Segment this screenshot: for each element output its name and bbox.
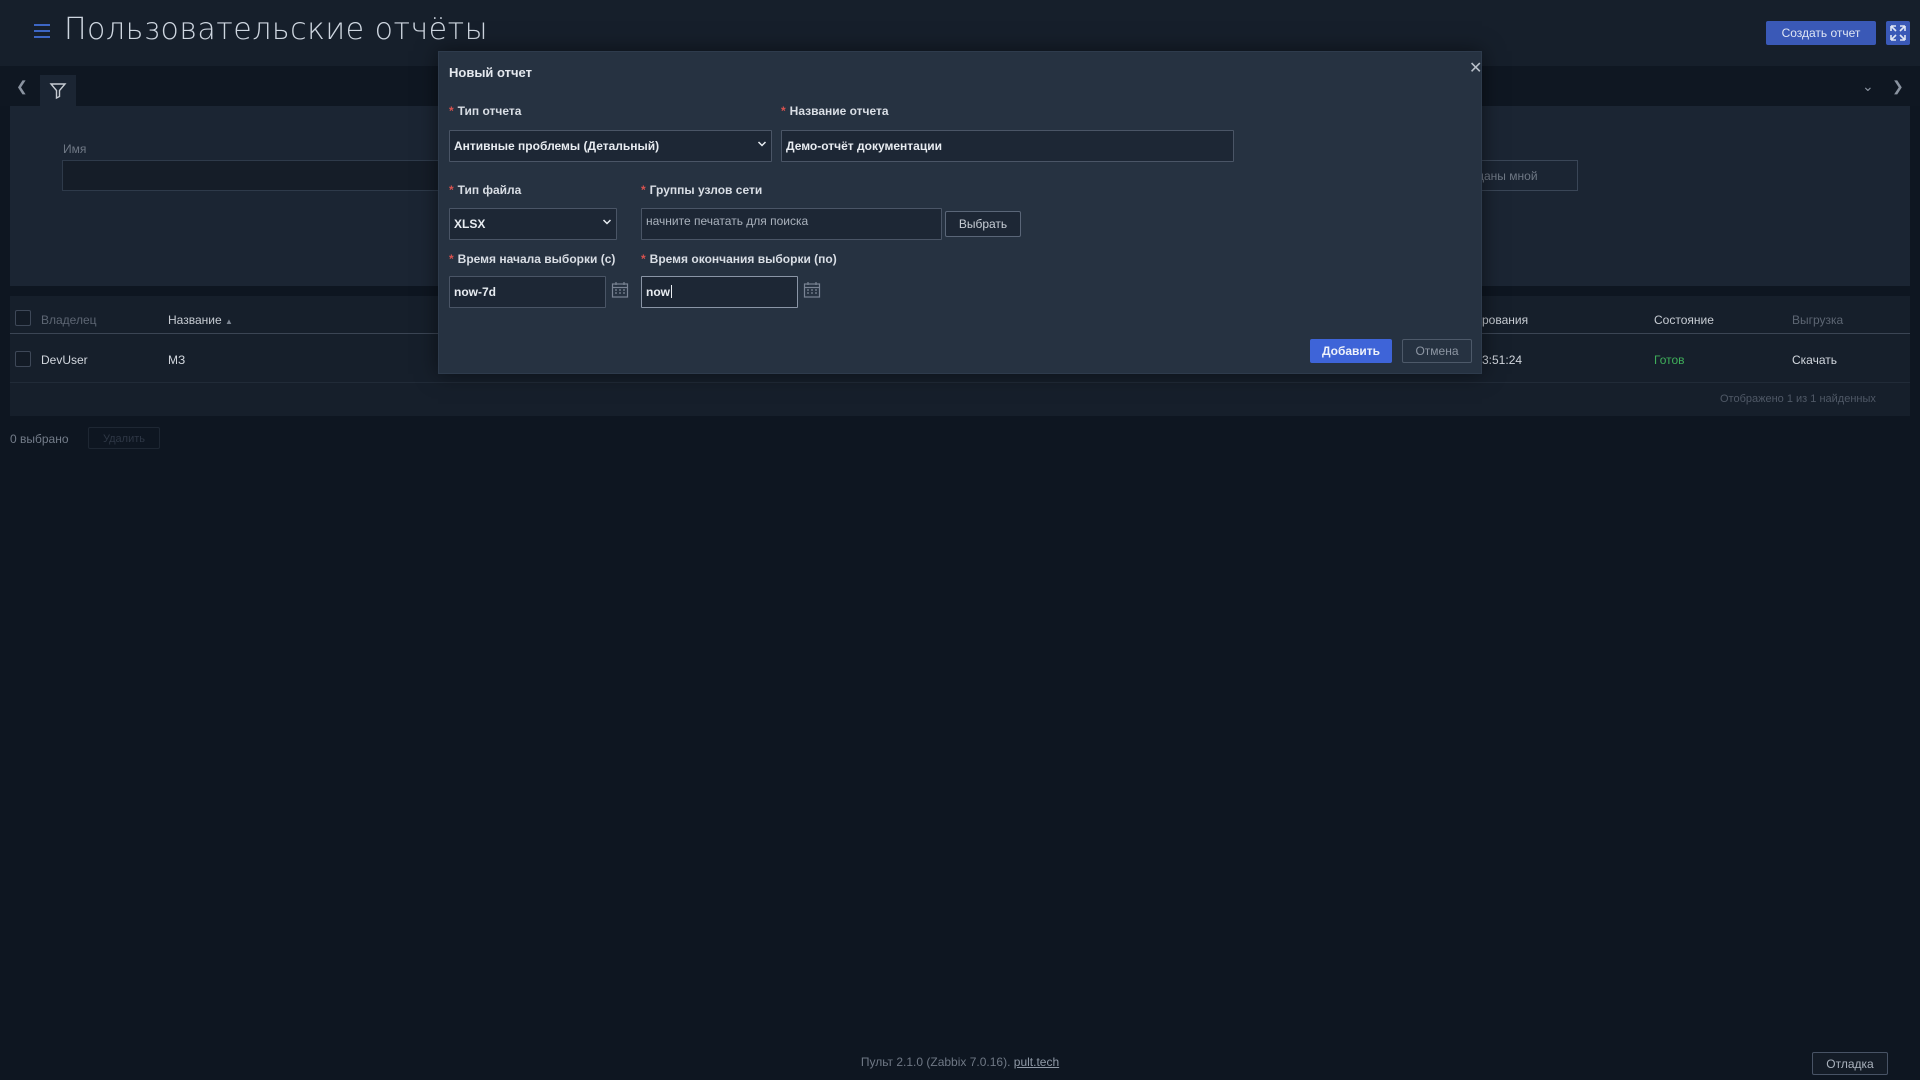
- new-report-dialog: Новый отчет ✕ * Тип отчета Антивные пробл…: [438, 51, 1482, 374]
- page-title: Пользовательские отчёты: [64, 12, 489, 47]
- filter-name-label: Имя: [63, 142, 87, 156]
- found-count: Отображено 1 из 1 найденных: [1720, 393, 1876, 405]
- host-groups-select-button[interactable]: Выбрать: [945, 211, 1021, 237]
- add-button[interactable]: Добавить: [1310, 339, 1392, 363]
- report-type-label: * Тип отчета: [449, 104, 522, 118]
- report-name-input[interactable]: Демо-отчёт документации: [781, 130, 1234, 162]
- chevron-down-icon: [757, 141, 767, 147]
- calendar-icon[interactable]: [611, 281, 629, 299]
- filter-name-input[interactable]: [62, 160, 442, 191]
- host-groups-label: * Группы узлов сети: [641, 183, 763, 197]
- footer: Пульт 2.1.0 (Zabbix 7.0.16). pult.tech: [0, 1055, 1920, 1069]
- table-row-divider: [10, 382, 1910, 383]
- column-state[interactable]: Состояние: [1654, 313, 1714, 327]
- select-all-checkbox[interactable]: [15, 310, 31, 326]
- row-checkbox[interactable]: [15, 351, 31, 367]
- chevron-down-icon: [602, 219, 612, 225]
- row-created: 3:51:24: [1482, 353, 1523, 367]
- file-type-label: * Тип файла: [449, 183, 522, 197]
- cancel-button[interactable]: Отмена: [1402, 339, 1472, 363]
- filter-icon: [49, 83, 67, 100]
- column-name[interactable]: Название ▲: [168, 313, 233, 327]
- sort-asc-icon: ▲: [224, 317, 233, 326]
- close-icon[interactable]: ✕: [1469, 58, 1482, 78]
- report-name-label: * Название отчета: [781, 104, 889, 118]
- row-state-badge: Готов: [1654, 353, 1685, 367]
- column-owner[interactable]: Владелец: [41, 313, 97, 327]
- chevron-left-icon[interactable]: ❮: [16, 78, 28, 95]
- dialog-title: Новый отчет: [449, 65, 532, 80]
- calendar-icon[interactable]: [803, 281, 821, 299]
- time-from-label: * Время начала выборки (с): [449, 252, 616, 266]
- row-owner: DevUser: [41, 353, 88, 367]
- footer-text: Пульт 2.1.0 (Zabbix 7.0.16).: [860, 1055, 1011, 1069]
- chevron-right-icon[interactable]: ❯: [1892, 78, 1904, 95]
- delete-button[interactable]: Удалить: [88, 427, 160, 449]
- row-name-link[interactable]: МЗ: [168, 353, 185, 367]
- time-till-label: * Время окончания выборки (по): [641, 252, 837, 266]
- menu-icon[interactable]: [34, 24, 50, 38]
- debug-button[interactable]: Отладка: [1812, 1052, 1888, 1075]
- chevron-down-icon[interactable]: ⌄: [1862, 78, 1874, 95]
- file-type-select[interactable]: XLSX: [449, 208, 617, 240]
- column-export: Выгрузка: [1792, 313, 1844, 327]
- selected-count: 0 выбрано: [10, 432, 69, 446]
- time-till-input[interactable]: now: [641, 276, 798, 308]
- footer-link[interactable]: pult.tech: [1014, 1055, 1059, 1069]
- fullscreen-icon[interactable]: [1886, 21, 1910, 45]
- create-report-button[interactable]: Создать отчет: [1766, 21, 1876, 45]
- filter-tab[interactable]: [40, 75, 76, 106]
- column-created[interactable]: рования: [1482, 313, 1528, 327]
- time-from-input[interactable]: now-7d: [449, 276, 606, 308]
- report-type-select[interactable]: Антивные проблемы (Детальный): [449, 130, 772, 162]
- row-download-link[interactable]: Скачать: [1792, 353, 1837, 367]
- host-groups-input[interactable]: начните печатать для поиска: [641, 208, 942, 240]
